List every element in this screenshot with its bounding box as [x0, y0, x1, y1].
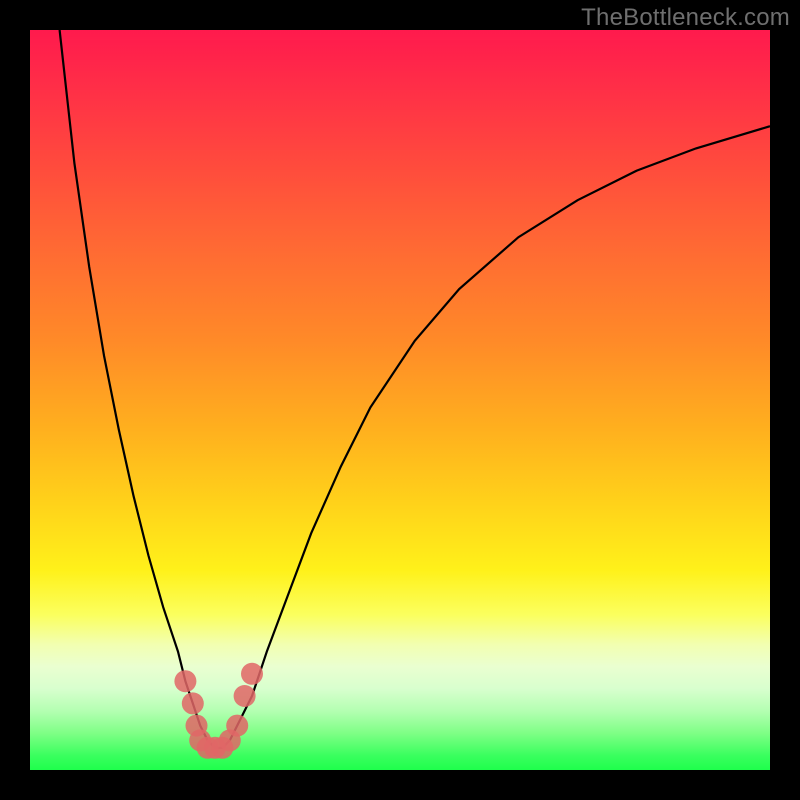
marker-group — [174, 663, 263, 759]
chart-frame: TheBottleneck.com — [0, 0, 800, 800]
watermark-text: TheBottleneck.com — [581, 4, 790, 32]
curve-marker — [182, 692, 204, 714]
curve-marker — [174, 670, 196, 692]
curve-marker — [226, 715, 248, 737]
curve-markers — [30, 30, 770, 770]
curve-marker — [241, 663, 263, 685]
plot-area — [30, 30, 770, 770]
curve-marker — [234, 685, 256, 707]
